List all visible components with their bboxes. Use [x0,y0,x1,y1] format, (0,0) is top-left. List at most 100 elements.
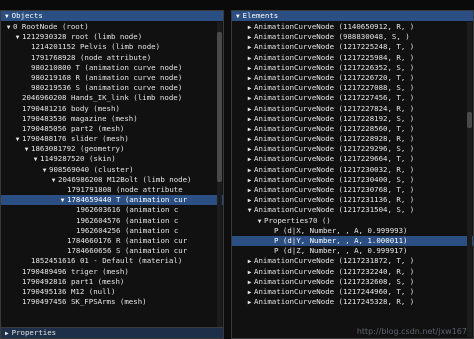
tree-row[interactable]: ▶ AnimationCurveNode (1217230032, R, ) [232,165,473,175]
tree-row-label: AnimationCurveNode (1217232608, S, ) [254,276,415,286]
elements-panel-title: Elements [242,11,279,20]
tree-row-label: AnimationCurveNode (1217226720, T, ) [254,72,415,82]
tree-row-label: 1852451616 01 - Default (material) [31,256,183,266]
properties-footer-label: Properties [11,328,57,337]
tree-row[interactable]: 1790485056 part2 (mesh) [1,124,223,134]
tree-row-label: AnimationCurveNode (1217230400, S, ) [254,174,415,184]
tree-row[interactable]: ▶ AnimationCurveNode (1217227824, R, ) [232,104,473,114]
tree-row[interactable]: 1852451616 01 - Default (material) [1,256,223,266]
tree-row-label: 1790488176 slider (mesh) [22,134,129,144]
tree-row[interactable]: 1791791808 (node attribute [1,185,223,195]
tree-row[interactable]: ▶ AnimationCurveNode (1217229664, T, ) [232,154,473,164]
tree-row-label: AnimationCurveNode (1217228560, T, ) [254,123,415,133]
tree-row[interactable]: 980219168 R (animation curve node) [1,73,223,83]
tree-row-label: 1784659440 T (animation cur [67,195,188,205]
tree-row-label: 1212930328 root (limb node) [22,32,143,42]
tree-row[interactable]: 1962604576 (animation c [1,216,223,226]
collapse-triangle-icon[interactable]: ▼ [236,12,240,22]
expand-triangle-icon[interactable]: ▶ [5,330,9,337]
tree-row-label: AnimationCurveNode (1217230032, R, ) [254,164,415,174]
tree-row-label: 1790485056 part2 (mesh) [22,123,125,133]
tree-row[interactable]: 1962604256 (animation c [1,226,223,236]
tree-row[interactable]: 980210800 T (animation curve node) [1,63,223,73]
tree-row-label: 1790483536 magazine (mesh) [22,113,138,123]
tree-row-label: AnimationCurveNode (1217225984, R, ) [254,52,415,62]
tree-row-label: AnimationCurveNode (1217226352, S, ) [254,62,415,72]
tree-row[interactable]: ▼ 1784659440 T (animation cur [1,195,223,206]
tree-row-label: P (d|Y, Number, , A, 1.000011) [274,235,408,245]
tree-row[interactable]: 1790483536 magazine (mesh) [1,114,223,124]
tree-row[interactable]: ▶ AnimationCurveNode (1217230400, S, ) [232,175,473,185]
tree-row[interactable]: ▶ AnimationCurveNode (1217228560, T, ) [232,124,473,134]
tree-row[interactable]: P (d|X, Number, , A, 0.999993) [232,226,473,236]
tree-row[interactable]: ▶ AnimationCurveNode (1217231136, R, ) [232,195,473,205]
objects-panel-titlebar[interactable]: ▼ Objects [1,11,223,21]
tree-row[interactable]: ▶ AnimationCurveNode (1217232608, S, ) [232,277,473,287]
tree-row-label: 1863081792 (geometry) [31,144,125,154]
tree-row[interactable]: ▶ AnimationCurveNode (1217232240, R, ) [232,267,473,277]
tree-row[interactable]: ▼ AnimationCurveNode (1217231504, S, ) [232,205,473,215]
tree-row[interactable]: 1784660656 S (animation cur [1,246,223,256]
tree-row-label: 1149287520 (skin) [40,154,116,164]
tree-row[interactable]: 1790492816 part1 (mesh) [1,277,223,287]
tree-row[interactable]: ▶ AnimationCurveNode (988830048, S, ) [232,32,473,42]
tree-row[interactable]: ▶ AnimationCurveNode (1217227088, S, ) [232,83,473,93]
tree-row[interactable]: ▶ AnimationCurveNode (1217228192, S, ) [232,114,473,124]
elements-panel-titlebar[interactable]: ▼ Elements [232,11,473,21]
tree-row[interactable]: P (d|Y, Number, , A, 1.000011) [232,235,473,247]
tree-row-label: 2046960208 Hands_IK_link (limb node) [22,93,183,103]
tree-row-label: AnimationCurveNode (1217229296, S, ) [254,144,415,154]
tree-row[interactable]: ▶ AnimationCurveNode (1140650912, R, ) [232,22,473,32]
objects-scrollbar-thumb[interactable] [217,32,222,182]
tree-row[interactable]: ▶ AnimationCurveNode (1217230768, T, ) [232,185,473,195]
tree-row[interactable]: ▶ AnimationCurveNode (1217229296, S, ) [232,144,473,154]
tree-row[interactable]: ▶ AnimationCurveNode (1217225984, R, ) [232,53,473,63]
tree-row[interactable]: ▶ AnimationCurveNode (1217228928, R, ) [232,134,473,144]
tree-row[interactable]: 1790489496 triger (mesh) [1,267,223,277]
tree-row[interactable]: ▶ AnimationCurveNode (1217226352, S, ) [232,63,473,73]
objects-tree: ▼ 0 RootNode (root) ▼ 1212930328 root (limb… [1,22,223,307]
tree-row[interactable]: ▶ AnimationCurveNode (1217225248, T, ) [232,42,473,52]
tree-row-label: 980219536 S (animation curve node) [31,83,183,93]
tree-row-label: AnimationCurveNode (1217231136, R, ) [254,195,415,205]
tree-row[interactable]: ▼ 1212930328 root (limb node) [1,32,223,42]
properties-footer[interactable]: ▶ Properties [1,327,223,338]
tree-row[interactable]: P (d|Z, Number, , A, 0.999917) [232,246,473,256]
tree-row[interactable]: ▶ AnimationCurveNode (1217226720, T, ) [232,73,473,83]
objects-scrollbar[interactable] [217,22,222,327]
tree-row[interactable]: 2046960208 Hands_IK_link (limb node) [1,93,223,103]
tree-row[interactable]: ▼ Properties70 () [232,216,473,226]
tree-row-label: 908569040 (cluster) [49,164,134,174]
tree-row[interactable]: 980219536 S (animation curve node) [1,83,223,93]
elements-scrollbar[interactable] [467,22,472,337]
tree-row[interactable]: 1791768928 (node attribute) [1,53,223,63]
tree-row[interactable]: ▶ AnimationCurveNode (1217244960, T, ) [232,287,473,297]
objects-panel: ▼ Objects ▼ 0 RootNode (root) ▼ 1212930328 r… [0,10,224,339]
tree-row[interactable]: ▶ AnimationCurveNode (1217231872, T, ) [232,256,473,266]
tree-row[interactable]: ▼ 908569040 (cluster) [1,165,223,175]
tree-row[interactable]: 1214201152 Pelvis (limb node) [1,42,223,52]
tree-row[interactable]: 1790495136 M12 (null) [1,287,223,297]
elements-tree: ▶ AnimationCurveNode (1140650912, R, ) ▶ An… [232,22,473,307]
tree-row-label: P (d|Z, Number, , A, 0.999917) [274,246,408,256]
tree-row[interactable]: 1784660176 R (animation cur [1,236,223,246]
tree-row-label: AnimationCurveNode (1140650912, R, ) [254,22,415,31]
tree-row-label: 2046986208 M12Bolt (limb node) [58,174,192,184]
tree-row-label: AnimationCurveNode (1217227088, S, ) [254,83,415,93]
tree-row[interactable]: 1790497456 SK_FPSArms (mesh) [1,297,223,307]
tree-row[interactable]: ▼ 0 RootNode (root) [1,22,223,32]
tree-row-label: 1791791808 (node attribute [67,185,183,194]
watermark: http://blog.csdn.net/jxw167 [356,327,467,336]
tree-row[interactable]: ▼ 2046986208 M12Bolt (limb node) [1,175,223,185]
collapse-triangle-icon[interactable]: ▼ [5,12,9,22]
tree-row[interactable]: ▶ AnimationCurveNode (1217227456, T, ) [232,93,473,103]
tree-row[interactable]: ▼ 1149287520 (skin) [1,154,223,164]
collapsed-arrow-icon[interactable]: ▶ [245,298,254,308]
tree-row[interactable]: ▼ 1863081792 (geometry) [1,144,223,154]
elements-scrollbar-thumb[interactable] [467,112,472,128]
tree-row[interactable]: ▶ AnimationCurveNode (1217245328, R, ) [232,297,473,307]
tree-row[interactable]: 1790481216 body (mesh) [1,104,223,114]
tree-row-label: AnimationCurveNode (1217228192, S, ) [254,113,415,123]
tree-row[interactable]: 1962603616 (animation c [1,205,223,215]
tree-row[interactable]: ▼ 1790488176 slider (mesh) [1,134,223,144]
